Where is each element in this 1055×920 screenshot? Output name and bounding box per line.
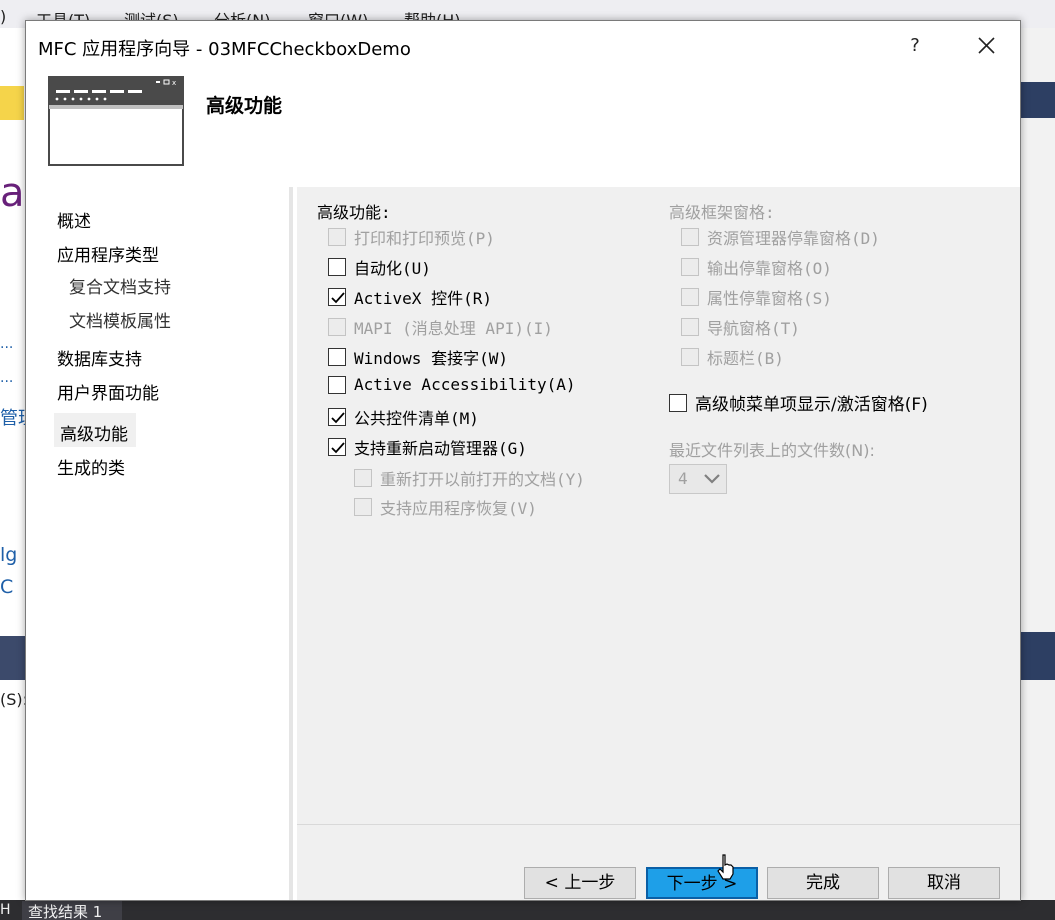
options-panel: 高级功能: 打印和打印预览(P) 自动化(U) ActiveX 控件(R) MA… [297, 187, 1020, 824]
checkbox-app-recovery[interactable]: 支持应用程序恢复(V) [354, 495, 537, 519]
checkbox-restart-manager[interactable]: 支持重新启动管理器(G) [328, 435, 527, 459]
checkbox-caption-bar[interactable]: 标题栏(B) [681, 345, 784, 369]
ide-link-fragment: lg [0, 544, 18, 566]
cancel-button[interactable]: 取消 [888, 867, 1000, 899]
ide-link-fragment: ... [0, 336, 14, 352]
finish-button[interactable]: 完成 [767, 867, 879, 899]
find-results-tab[interactable]: 查找结果 1 [22, 901, 122, 920]
checkbox-activex[interactable]: ActiveX 控件(R) [328, 285, 492, 309]
mfc-wizard-dialog: MFC 应用程序向导 - 03MFCCheckboxDemo ? x 高级功能 … [25, 20, 1021, 901]
mru-count-value: 4 [678, 469, 688, 488]
ide-link-fragment: ... [0, 370, 14, 386]
nav-item-compound-doc[interactable]: 复合文档支持 [69, 273, 171, 298]
next-button[interactable]: 下一步 > [646, 867, 758, 899]
ide-link-fragment: C [0, 576, 14, 598]
wizard-header: x 高级功能 [26, 69, 1020, 187]
frame-panes-label: 高级框架窗格: [669, 203, 775, 222]
checkmark-icon [331, 412, 345, 424]
ide-right-pane [1021, 28, 1055, 920]
prev-button[interactable]: < 上一步 [524, 867, 636, 899]
ide-status-bar: H [0, 900, 1055, 920]
checkbox-output-pane[interactable]: 输出停靠窗格(O) [681, 255, 832, 279]
checkbox-properties-pane[interactable]: 属性停靠窗格(S) [681, 285, 832, 309]
nav-item-database[interactable]: 数据库支持 [57, 345, 142, 370]
dialog-title: MFC 应用程序向导 - 03MFCCheckboxDemo [38, 39, 411, 60]
close-icon [978, 37, 995, 54]
chevron-down-icon [704, 474, 720, 484]
help-button[interactable]: ? [898, 31, 932, 61]
checkbox-navigation-pane[interactable]: 导航窗格(T) [681, 315, 800, 339]
nav-item-doc-template[interactable]: 文档模板属性 [69, 307, 171, 332]
close-button[interactable] [966, 31, 1006, 61]
svg-text:x: x [172, 79, 176, 87]
ide-status-fragment: H [0, 902, 11, 918]
ide-left-tab-strip [0, 86, 24, 120]
hand-cursor-icon [717, 854, 734, 880]
ide-left-pane [0, 28, 26, 920]
mru-count-select[interactable]: 4 [669, 464, 727, 494]
checkmark-icon [331, 292, 345, 304]
checkbox-common-controls-manifest[interactable]: 公共控件清单(M) [328, 405, 479, 429]
nav-item-advanced[interactable]: 高级功能 [60, 420, 128, 445]
checkmark-icon [331, 442, 345, 454]
checkbox-mdi-menu-activation[interactable]: 高级帧菜单项显示/激活窗格(F) [669, 390, 928, 415]
dialog-title-bar[interactable]: MFC 应用程序向导 - 03MFCCheckboxDemo ? [26, 21, 1020, 69]
nav-item-overview[interactable]: 概述 [57, 207, 91, 232]
mru-count-label: 最近文件列表上的文件数(N): [669, 441, 875, 460]
ide-label-fragment: (S): [0, 690, 29, 709]
window-template-icon: x [48, 76, 184, 166]
ide-right-toolbar [1021, 82, 1055, 118]
ide-menu-fragment: ) [0, 7, 7, 26]
checkbox-windows-sockets[interactable]: Windows 套接字(W) [328, 345, 508, 369]
checkbox-print-preview[interactable]: 打印和打印预览(P) [328, 225, 495, 249]
ide-right-panel-header [1021, 632, 1055, 680]
nav-item-app-type[interactable]: 应用程序类型 [57, 241, 159, 266]
advanced-features-label: 高级功能: [317, 203, 391, 222]
checkbox-automation[interactable]: 自动化(U) [328, 255, 431, 279]
checkbox-mapi[interactable]: MAPI (消息处理 API)(I) [328, 315, 553, 339]
ide-left-panel-header [0, 636, 26, 680]
page-heading: 高级功能 [206, 95, 283, 117]
nav-item-generated-classes[interactable]: 生成的类 [57, 454, 125, 479]
wizard-nav-pane: 概述 应用程序类型 复合文档支持 文档模板属性 数据库支持 用户界面功能 高级功… [26, 187, 293, 900]
nav-item-ui-features[interactable]: 用户界面功能 [57, 379, 159, 404]
checkbox-reopen-documents[interactable]: 重新打开以前打开的文档(Y) [354, 466, 585, 490]
checkbox-active-accessibility[interactable]: Active Accessibility(A) [328, 375, 576, 394]
checkbox-explorer-pane[interactable]: 资源管理器停靠窗格(D) [681, 225, 880, 249]
